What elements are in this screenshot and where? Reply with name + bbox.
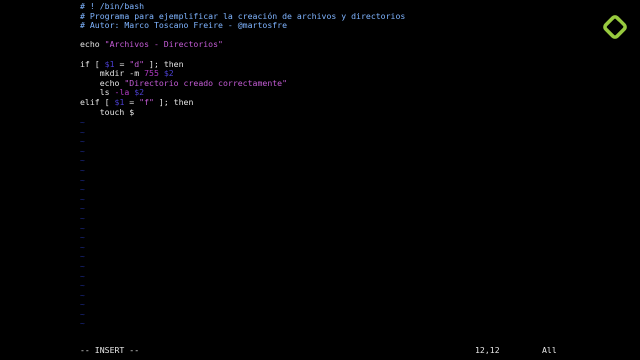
code-token: $2 xyxy=(163,68,174,79)
empty-line-marker: ~ xyxy=(80,156,85,166)
code-token: ls xyxy=(80,87,115,98)
code-token: mkdir -m xyxy=(80,68,145,79)
code-token: "Archivos - Directorios" xyxy=(104,39,223,50)
empty-line-marker: ~ xyxy=(80,223,85,233)
platzi-logo-icon xyxy=(602,14,628,40)
code-token: -la xyxy=(114,87,130,98)
empty-line-markers: ~ ~ ~ ~ ~ ~ ~ ~ ~ ~ ~ ~ ~ ~ ~ ~ ~ ~ ~ ~ ~ ~ xyxy=(80,118,90,336)
empty-line-marker: ~ xyxy=(80,290,85,300)
empty-line-marker: ~ xyxy=(80,252,85,262)
code-token: ]; then xyxy=(144,58,184,69)
empty-line-marker: ~ xyxy=(80,204,85,214)
empty-line-marker: ~ xyxy=(80,271,85,281)
code-token: echo xyxy=(80,39,105,50)
editor-text-area[interactable]: # ! /bin/bash # Programa para ejemplifica… xyxy=(80,1,580,336)
code-token: # ! /bin/bash xyxy=(80,1,145,11)
code-token: "f" xyxy=(139,96,154,107)
empty-line-marker: ~ xyxy=(80,146,85,156)
empty-line-marker: ~ xyxy=(80,213,85,223)
code-line[interactable]: # Autor: Marco Toscano Freire - @martosf… xyxy=(80,20,580,31)
code-token: # Autor: Marco Toscano Freire - @martosf… xyxy=(80,20,288,31)
code-token: "Directorio creado correctamente" xyxy=(124,77,288,88)
empty-line-marker: ~ xyxy=(80,242,85,252)
code-token: = xyxy=(114,58,130,69)
code-token: touch $ xyxy=(80,106,135,117)
code-token: # Programa para ejemplificar la creación… xyxy=(80,10,406,21)
code-token: elif [ xyxy=(80,96,115,107)
empty-line-marker: ~ xyxy=(80,194,85,204)
code-token: "d" xyxy=(129,58,145,69)
empty-line-marker: ~ xyxy=(80,233,85,243)
code-line[interactable]: echo "Directorio creado correctamente" xyxy=(80,77,580,89)
empty-line-marker: ~ xyxy=(80,185,85,195)
code-token: = xyxy=(124,96,140,107)
empty-line-marker: ~ xyxy=(80,137,85,147)
code-token: 755 xyxy=(144,68,159,79)
empty-line-marker: ~ xyxy=(80,281,85,291)
empty-line-marker: ~ xyxy=(80,118,85,127)
status-bar: -- INSERT -- 12,12 All xyxy=(80,345,560,356)
empty-line-marker: ~ xyxy=(80,261,85,271)
empty-line-marker: ~ xyxy=(80,127,85,137)
code-token: echo xyxy=(80,77,125,88)
empty-line-marker: ~ xyxy=(80,300,85,310)
empty-line-marker: ~ xyxy=(80,319,85,329)
code-token: if [ xyxy=(80,58,105,69)
code-token: $1 xyxy=(104,58,115,69)
code-token: $1 xyxy=(114,96,125,107)
code-line[interactable]: touch $ xyxy=(80,106,580,118)
empty-line-marker: ~ xyxy=(80,309,85,319)
code-line[interactable]: echo "Archivos - Directorios" xyxy=(80,40,580,50)
scroll-indicator: All xyxy=(542,345,557,355)
mode-indicator: -- INSERT -- xyxy=(80,345,140,355)
cursor-position: 12,12 xyxy=(475,345,500,355)
empty-line-marker: ~ xyxy=(80,165,85,175)
empty-line-marker: ~ xyxy=(80,175,85,185)
code-token: ]; then xyxy=(153,96,194,107)
code-line[interactable]: elif [ $1 = "f" ]; then xyxy=(80,96,580,108)
code-token: $2 xyxy=(134,87,145,98)
